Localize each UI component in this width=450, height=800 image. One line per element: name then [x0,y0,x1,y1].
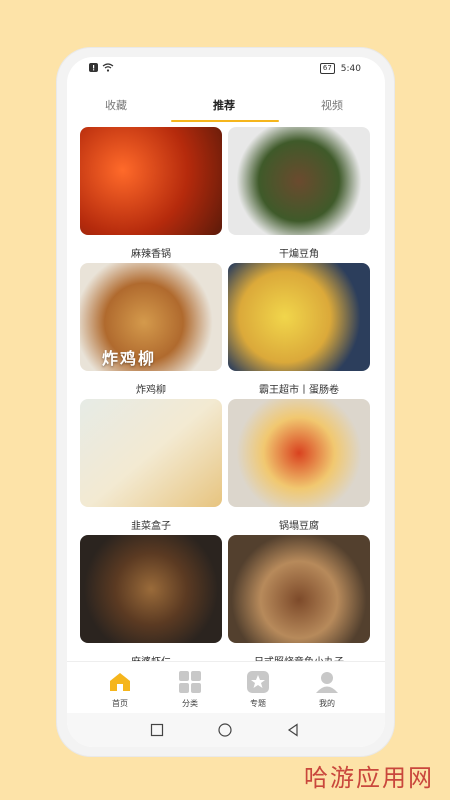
notification-icon [89,63,98,75]
home-icon [108,670,132,694]
system-nav-bar [67,713,385,747]
recipe-title: 锅塌豆腐 [279,521,319,532]
recipe-title: 麻辣香锅 [131,249,171,260]
bottom-nav: 首页 分类 专题 我的 [67,661,385,713]
recipe-title: 韭菜盒子 [131,521,171,532]
tab-favorites[interactable]: 收藏 [105,97,127,113]
nav-home[interactable]: 首页 [98,670,142,709]
user-icon [315,670,339,694]
recipe-card[interactable]: 麻辣香锅 [80,127,222,260]
nav-mine-label: 我的 [319,699,335,708]
recipe-image [228,263,370,371]
watermark-text: 哈游应用网 [304,764,434,792]
top-tabs: 收藏 推荐 视频 [67,87,385,127]
nav-topic-label: 专题 [250,699,266,708]
nav-category[interactable]: 分类 [168,670,212,709]
wifi-icon [102,63,114,75]
recipe-card[interactable]: 炸鸡柳 炸鸡柳 [80,263,222,396]
recipe-image [228,127,370,235]
recipe-image [228,399,370,507]
home-circle-icon[interactable] [218,722,232,737]
recipe-title: 霸王超市丨蛋肠卷 [259,385,339,396]
recipe-image [80,535,222,643]
recipe-card[interactable]: 锅塌豆腐 [228,399,370,532]
battery-icon: 67 [319,63,335,74]
grid-icon [178,670,202,694]
recipe-image [80,127,222,235]
back-icon[interactable] [286,722,300,737]
recipe-card[interactable]: 韭菜盒子 [80,399,222,532]
tab-recommend[interactable]: 推荐 [213,97,235,113]
status-bar: 67 5:40 [67,57,385,83]
star-icon [246,670,270,694]
recipe-card[interactable]: 干煸豆角 [228,127,370,260]
status-time: 5:40 [340,63,361,74]
recent-apps-icon[interactable] [150,722,164,737]
tab-video[interactable]: 视频 [321,97,343,113]
recipe-image [80,399,222,507]
recipe-image [228,535,370,643]
recipe-title: 干煸豆角 [279,249,319,260]
nav-home-label: 首页 [112,699,128,708]
tab-active-indicator [171,120,279,122]
nav-mine[interactable]: 我的 [305,670,349,709]
recipe-card[interactable]: 日式照烧章鱼小丸子 [228,535,370,668]
nav-category-label: 分类 [182,699,198,708]
recipe-card[interactable]: 霸王超市丨蛋肠卷 [228,263,370,396]
nav-topic[interactable]: 专题 [236,670,280,709]
image-overlay-text: 炸鸡柳 [102,349,157,368]
recipe-card[interactable]: 麻婆虾仁 [80,535,222,668]
recipe-title: 炸鸡柳 [136,385,166,396]
app-screen: 67 5:40 收藏 推荐 视频 麻辣香锅 干煸豆角 炸鸡柳 炸鸡柳 霸王超市丨… [67,57,385,747]
recipe-image: 炸鸡柳 [80,263,222,371]
